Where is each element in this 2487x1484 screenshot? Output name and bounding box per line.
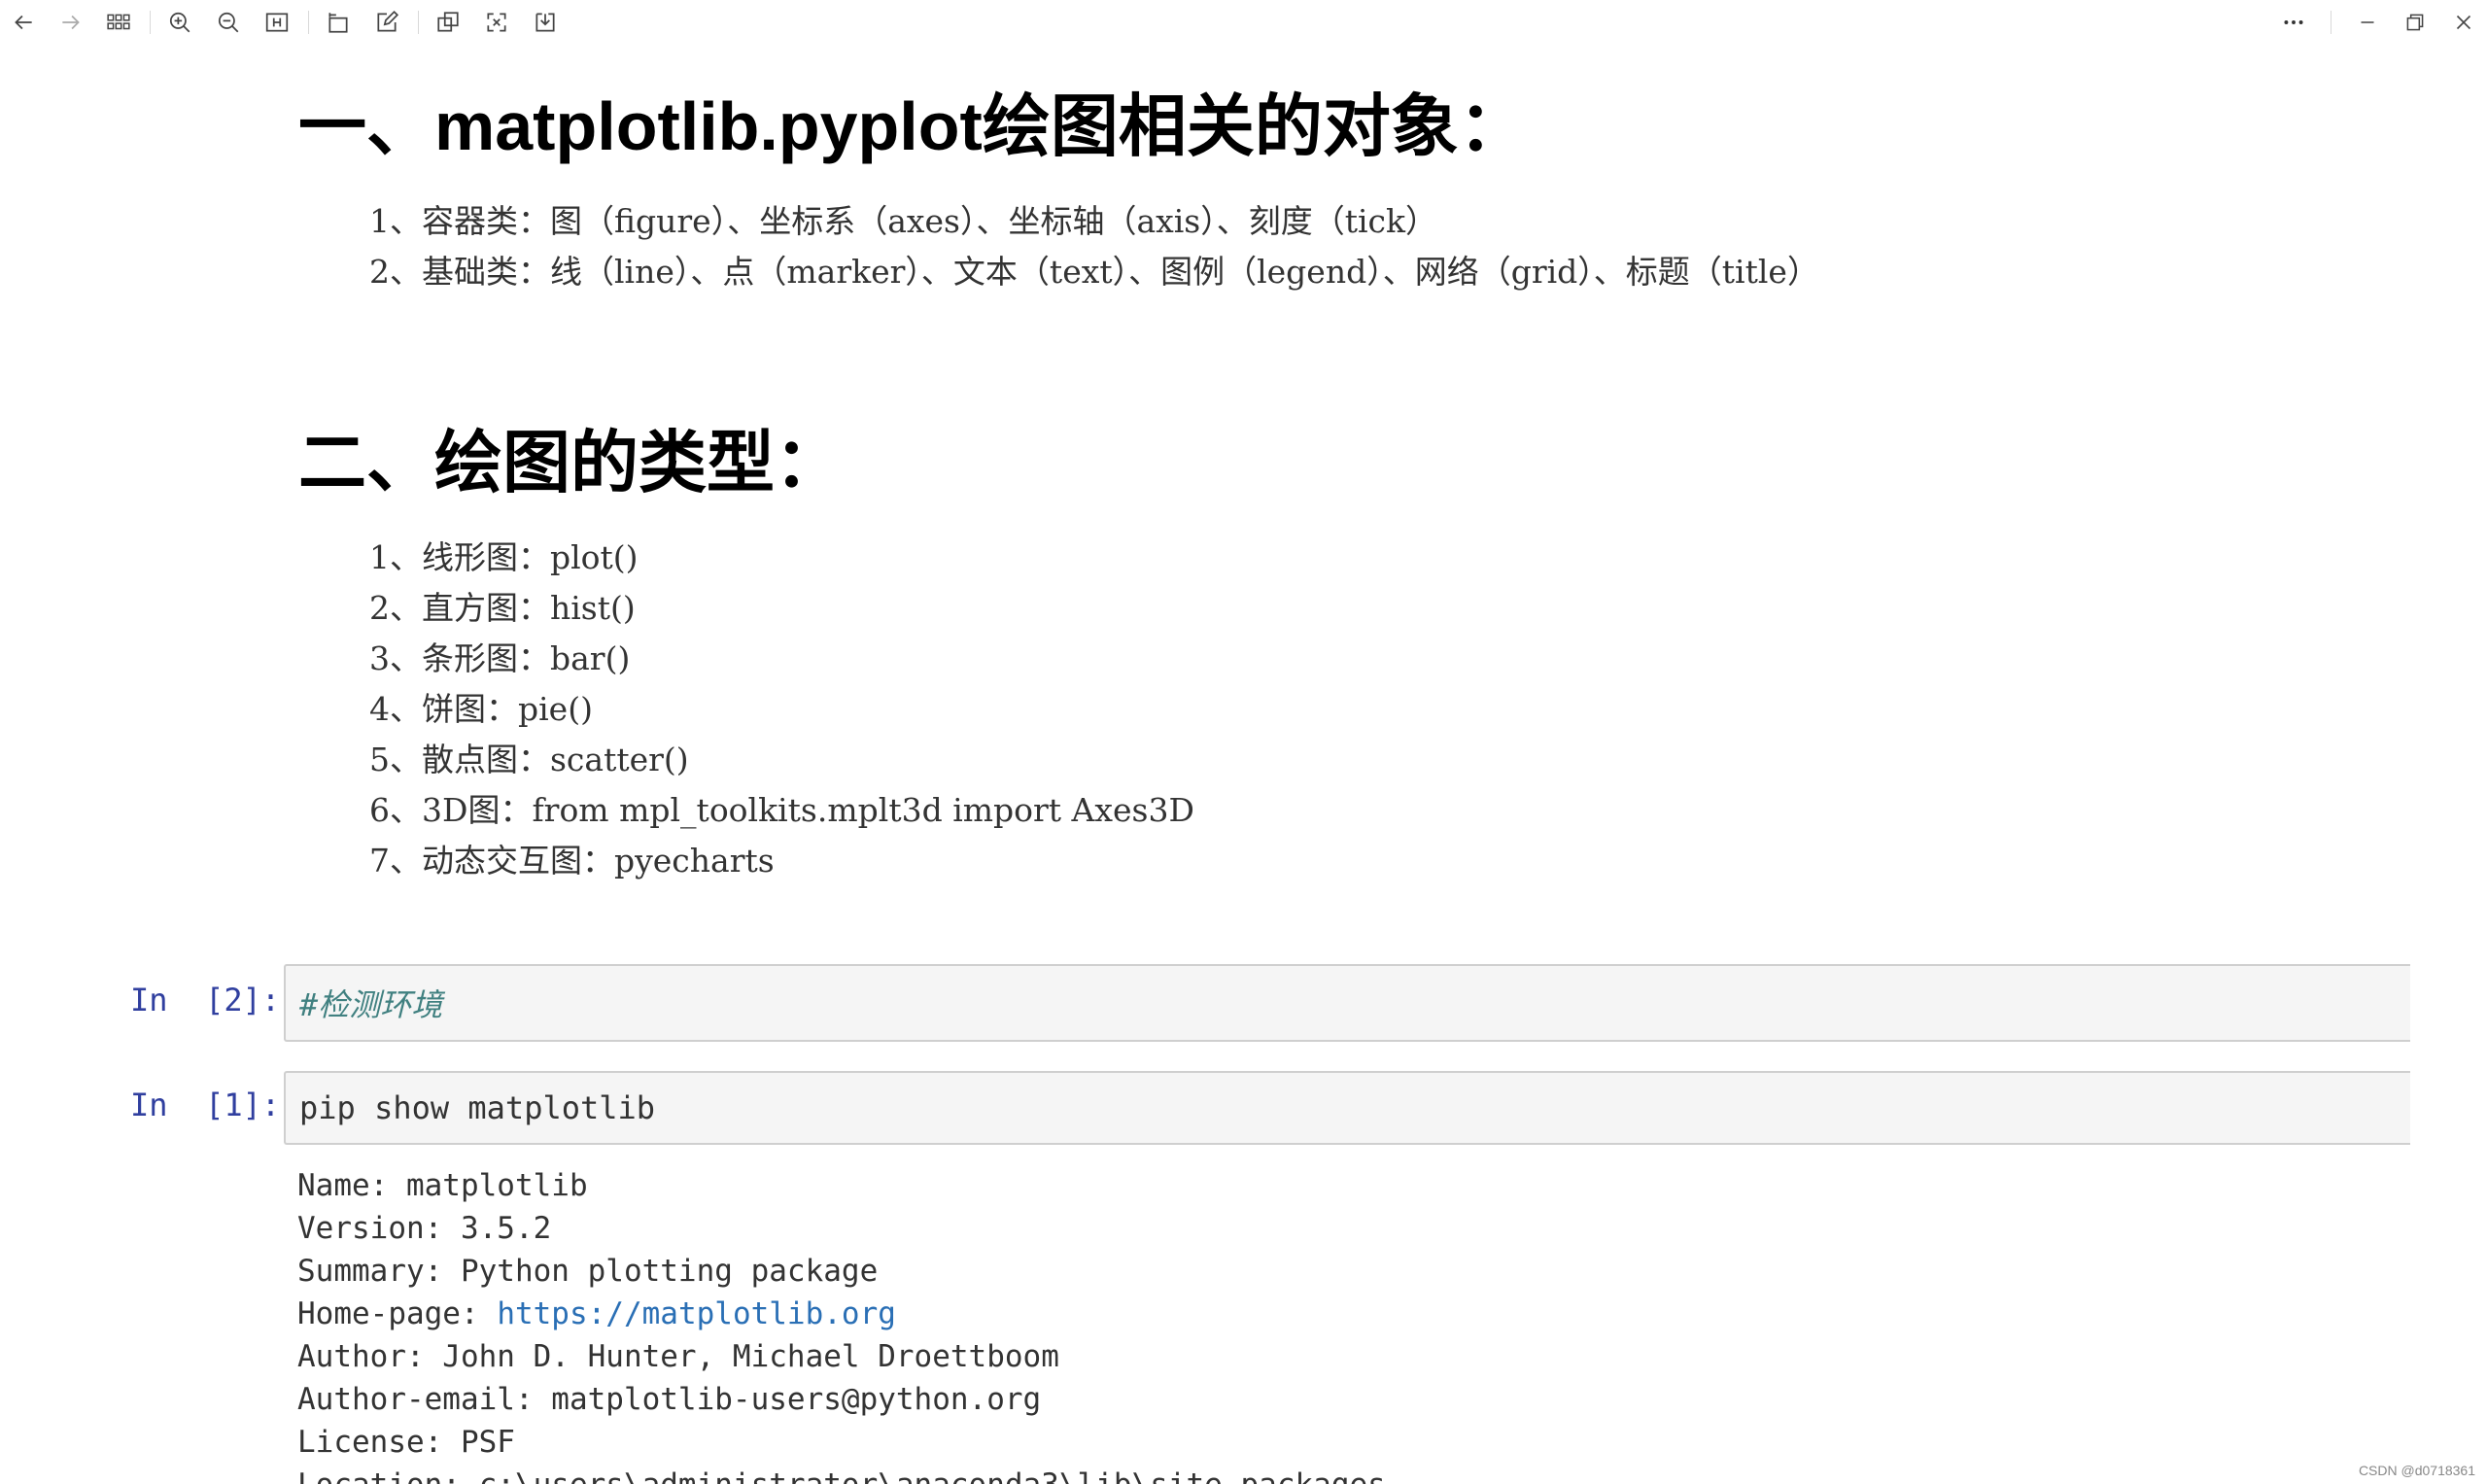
output-version: Version: 3.5.2 — [297, 1211, 552, 1246]
restore-icon[interactable] — [2401, 8, 2430, 37]
objects-list: 1、容器类：图（figure）、坐标系（axes）、坐标轴（axis）、刻度（t… — [369, 196, 1819, 297]
cell-output: Name: matplotlib Version: 3.5.2 Summary:… — [297, 1164, 1386, 1484]
rotate-icon[interactable] — [324, 8, 353, 37]
notebook-viewer: 一、matplotlib.pyplot绘图相关的对象： 1、容器类：图（figu… — [0, 0, 2487, 1484]
output-name: Name: matplotlib — [297, 1168, 588, 1203]
list-item: 4、饼图：pie() — [369, 690, 593, 728]
edit-icon[interactable] — [372, 8, 401, 37]
grid-view-icon[interactable] — [104, 8, 133, 37]
cell-prompt: In [2]: — [130, 982, 281, 1018]
section-heading-objects: 一、matplotlib.pyplot绘图相关的对象： — [298, 88, 1527, 164]
list-item: 2、基础类：线（line）、点（marker）、文本（text）、图例（lege… — [369, 253, 1819, 291]
list-item: 2、直方图：hist() — [369, 589, 636, 627]
forward-arrow-icon[interactable] — [56, 8, 86, 37]
output-summary: Summary: Python plotting package — [297, 1254, 879, 1289]
output-location: Location: c:\users\administrator\anacond… — [297, 1464, 1386, 1484]
minimize-icon[interactable] — [2353, 8, 2382, 37]
toolbar-divider — [418, 11, 419, 34]
plot-types-list: 1、线形图：plot() 2、直方图：hist() 3、条形图：bar() 4、… — [369, 533, 1194, 886]
code-comment: #检测环境 — [299, 986, 443, 1023]
list-item: 7、动态交互图：pyecharts — [369, 842, 775, 880]
toolbar-divider — [150, 11, 151, 34]
list-item: 5、散点图：scatter() — [369, 741, 689, 778]
watermark: CSDN @d0718361 — [2358, 1463, 2475, 1478]
output-author: Author: John D. Hunter, Michael Droettbo… — [297, 1339, 1059, 1374]
copy-icon[interactable] — [433, 8, 463, 37]
homepage-label: Home-page: — [297, 1296, 498, 1331]
cell-prompt: In [1]: — [130, 1087, 281, 1123]
code-cell-input[interactable]: pip show matplotlib — [284, 1071, 2410, 1145]
zoom-out-icon[interactable] — [214, 8, 243, 37]
fit-width-icon[interactable] — [262, 8, 292, 37]
output-author-email: Author-email: matplotlib-users@python.or… — [297, 1382, 1042, 1417]
back-arrow-icon[interactable] — [9, 8, 38, 37]
zoom-in-icon[interactable] — [165, 8, 194, 37]
list-item: 6、3D图：from mpl_toolkits.mplt3d import Ax… — [369, 791, 1194, 829]
fullscreen-icon[interactable] — [482, 8, 511, 37]
homepage-link[interactable]: https://matplotlib.org — [497, 1296, 896, 1331]
toolbar-divider — [2331, 11, 2332, 34]
list-item: 3、条形图：bar() — [369, 639, 631, 677]
section-heading-plot-types: 二、绘图的类型： — [298, 425, 843, 500]
code-cell-input[interactable]: #检测环境 — [284, 964, 2410, 1042]
output-license: License: PSF — [297, 1425, 515, 1460]
code-text: pip show matplotlib — [299, 1089, 656, 1126]
more-icon[interactable] — [2279, 8, 2308, 37]
save-icon[interactable] — [531, 8, 560, 37]
toolbar — [0, 0, 2487, 45]
list-item: 1、线形图：plot() — [369, 538, 639, 576]
output-homepage: Home-page: https://matplotlib.org — [297, 1293, 1386, 1335]
close-icon[interactable] — [2449, 8, 2478, 37]
toolbar-divider — [308, 11, 309, 34]
list-item: 1、容器类：图（figure）、坐标系（axes）、坐标轴（axis）、刻度（t… — [369, 202, 1438, 240]
